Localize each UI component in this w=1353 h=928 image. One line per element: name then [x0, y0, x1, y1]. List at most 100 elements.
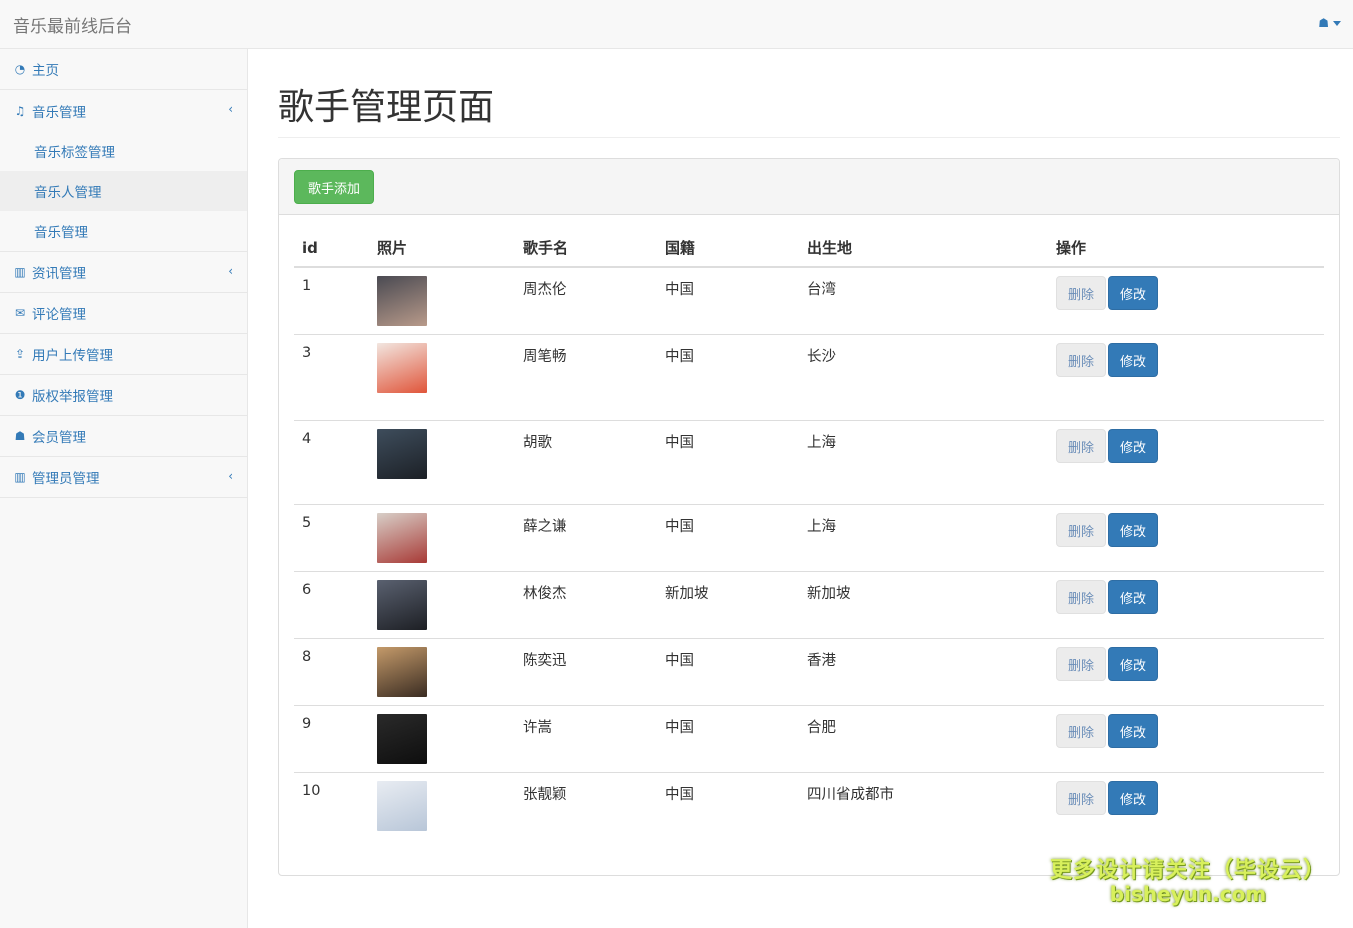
cell-birthplace: 四川省成都市 — [799, 772, 1048, 853]
caret-down-icon — [1333, 20, 1341, 26]
cell-birthplace: 新加坡 — [799, 571, 1048, 639]
sidebar-item[interactable]: ☗ 会员管理 — [0, 416, 247, 457]
cell-birthplace: 合肥 — [799, 705, 1048, 773]
chevron-left-icon: ‹ — [228, 469, 233, 483]
cell-nationality: 中国 — [657, 334, 799, 421]
sidebar-item-label: 评论管理 — [32, 307, 86, 323]
edit-button[interactable]: 修改 — [1108, 429, 1159, 463]
edit-button[interactable]: 修改 — [1108, 276, 1159, 310]
cell-actions: 删除 修改 — [1048, 266, 1324, 335]
singer-photo — [377, 647, 427, 697]
column-header: 歌手名 — [515, 229, 657, 268]
cell-birthplace: 长沙 — [799, 334, 1048, 421]
table-row: 5 薛之谦 中国 上海 删除 修改 — [294, 504, 1324, 572]
sidebar-item[interactable]: ▥ 资讯管理 ‹ — [0, 252, 247, 293]
delete-button[interactable]: 删除 — [1056, 276, 1107, 310]
music-icon: ♫ — [14, 103, 26, 118]
sidebar: ◔ 主页 ♫ 音乐管理 ‹ 音乐标签管理 音乐人管理 音乐管理 ▥ 资讯管理 ‹ ✉ 评论管理 ⇪ 用户上传… — [0, 49, 248, 928]
sidebar-submenu: 音乐标签管理 音乐人管理 音乐管理 — [0, 131, 247, 252]
sidebar-subitem[interactable]: 音乐标签管理 — [0, 131, 247, 171]
singer-photo — [377, 513, 427, 563]
cell-singer-name: 陈奕迅 — [515, 638, 657, 706]
cell-photo — [369, 705, 515, 773]
cell-singer-name: 周杰伦 — [515, 266, 657, 335]
edit-button[interactable]: 修改 — [1108, 513, 1159, 547]
cell-actions: 删除 修改 — [1048, 571, 1324, 639]
chevron-left-icon: ‹ — [228, 102, 233, 116]
delete-button[interactable]: 删除 — [1056, 580, 1107, 614]
sidebar-item-label: 管理员管理 — [32, 471, 100, 487]
delete-button[interactable]: 删除 — [1056, 714, 1107, 748]
sidebar-item[interactable]: ▥ 管理员管理 ‹ — [0, 457, 247, 498]
cell-nationality: 中国 — [657, 638, 799, 706]
cell-nationality: 中国 — [657, 420, 799, 505]
edit-button[interactable]: 修改 — [1108, 580, 1159, 614]
table-row: 9 许嵩 中国 合肥 删除 修改 — [294, 705, 1324, 773]
cell-id: 6 — [294, 571, 369, 639]
column-header: 照片 — [369, 229, 515, 268]
main-content: 歌手管理页面 歌手添加 id 照片 歌手名 国籍 出生地 操作 1 周杰伦 中国 台湾 删除 修改 3… — [278, 49, 1340, 876]
sidebar-item[interactable]: ♫ 音乐管理 ‹ — [0, 90, 247, 131]
cell-photo — [369, 638, 515, 706]
cell-birthplace: 香港 — [799, 638, 1048, 706]
edit-button[interactable]: 修改 — [1108, 647, 1159, 681]
singer-photo — [377, 714, 427, 764]
sidebar-item[interactable]: ✉ 评论管理 — [0, 293, 247, 334]
cell-photo — [369, 571, 515, 639]
cell-nationality: 中国 — [657, 266, 799, 335]
watermark-line1: 更多设计请关注（毕设云） — [1049, 858, 1326, 883]
column-header: 出生地 — [799, 229, 1048, 268]
info-circle-icon: ❶ — [14, 388, 26, 402]
sidebar-subitem[interactable]: 音乐管理 — [0, 211, 247, 251]
singer-panel: 歌手添加 id 照片 歌手名 国籍 出生地 操作 1 周杰伦 中国 台湾 删除 修改 3 周笔畅 中国 长沙… — [278, 158, 1340, 876]
singer-photo — [377, 276, 427, 326]
bar-chart-icon: ▥ — [14, 470, 26, 484]
delete-button[interactable]: 删除 — [1056, 429, 1107, 463]
cell-nationality: 中国 — [657, 772, 799, 853]
comments-icon: ✉ — [14, 306, 26, 320]
edit-button[interactable]: 修改 — [1108, 781, 1159, 815]
sidebar-item[interactable]: ❶ 版权举报管理 — [0, 375, 247, 416]
delete-button[interactable]: 删除 — [1056, 647, 1107, 681]
cell-nationality: 中国 — [657, 705, 799, 773]
singer-photo — [377, 343, 427, 393]
edit-button[interactable]: 修改 — [1108, 343, 1159, 377]
panel-heading: 歌手添加 — [279, 159, 1339, 215]
add-singer-button[interactable]: 歌手添加 — [294, 170, 375, 204]
dashboard-icon: ◔ — [14, 62, 26, 76]
table-body: 1 周杰伦 中国 台湾 删除 修改 3 周笔畅 中国 长沙 删除 修改 4 胡歌 中国 上海 删除 修改 5 薛之谦中… — [294, 266, 1324, 853]
delete-button[interactable]: 删除 — [1056, 343, 1107, 377]
cell-birthplace: 上海 — [799, 420, 1048, 505]
table-row: 4 胡歌 中国 上海 删除 修改 — [294, 420, 1324, 505]
cell-nationality: 新加坡 — [657, 571, 799, 639]
cell-photo — [369, 334, 515, 421]
cell-nationality: 中国 — [657, 504, 799, 572]
cell-id: 9 — [294, 705, 369, 773]
sidebar-subitem[interactable]: 音乐人管理 — [0, 171, 247, 211]
sidebar-item-label: 会员管理 — [32, 430, 86, 446]
singer-table: id 照片 歌手名 国籍 出生地 操作 1 周杰伦 中国 台湾 删除 修改 3 周笔畅 中国 长沙 删除 修改 4… — [294, 229, 1324, 853]
singer-photo — [377, 781, 427, 831]
cell-photo — [369, 420, 515, 505]
cell-singer-name: 张靓颖 — [515, 772, 657, 853]
cell-singer-name: 林俊杰 — [515, 571, 657, 639]
sidebar-item-label: 资讯管理 — [32, 266, 86, 282]
sidebar-item-label: 用户上传管理 — [32, 348, 113, 364]
app-title[interactable]: 音乐最前线后台 — [13, 12, 132, 37]
cell-actions: 删除 修改 — [1048, 504, 1324, 572]
cell-id: 5 — [294, 504, 369, 572]
upload-icon: ⇪ — [14, 347, 26, 361]
sidebar-item-label: 版权举报管理 — [32, 389, 113, 405]
cell-id: 10 — [294, 772, 369, 853]
sidebar-item[interactable]: ⇪ 用户上传管理 — [0, 334, 247, 375]
cell-birthplace: 台湾 — [799, 266, 1048, 335]
user-icon: ☗ — [1318, 16, 1329, 30]
singer-photo — [377, 429, 427, 479]
user-menu-toggle[interactable]: ☗ — [1318, 16, 1341, 30]
delete-button[interactable]: 删除 — [1056, 781, 1107, 815]
delete-button[interactable]: 删除 — [1056, 513, 1107, 547]
column-header: 国籍 — [657, 229, 799, 268]
cell-singer-name: 周笔畅 — [515, 334, 657, 421]
edit-button[interactable]: 修改 — [1108, 714, 1159, 748]
sidebar-item[interactable]: ◔ 主页 — [0, 49, 247, 90]
